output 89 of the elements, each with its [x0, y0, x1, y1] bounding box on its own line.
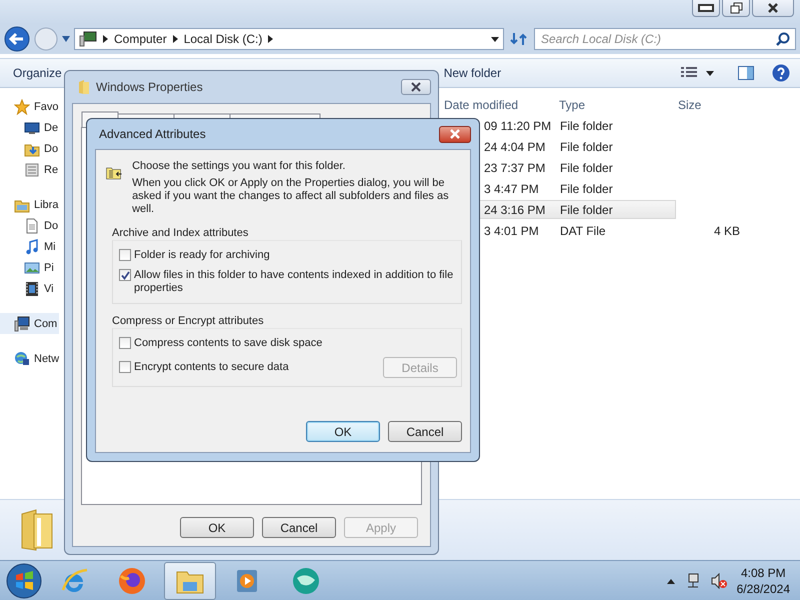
dropdown-caret-icon[interactable] [491, 36, 499, 42]
dialog-button[interactable]: Cancel [388, 421, 462, 442]
breadcrumb-item[interactable]: Local Disk (C:) [184, 32, 262, 46]
dialog-button[interactable]: Cancel [262, 517, 336, 538]
view-list-icon[interactable] [680, 66, 698, 80]
desktop-icon [24, 120, 40, 136]
back-button[interactable] [4, 26, 30, 52]
group-title: Archive and Index attributes [112, 226, 250, 240]
description-text: When you click OK or Apply on the Properties dialog, you will be asked if you want the changes to affect all subfolders and files as well. [132, 177, 450, 216]
dialog-button[interactable]: OK [180, 517, 254, 538]
video-icon [24, 280, 40, 296]
size-cell-text: 4 KB [712, 224, 741, 238]
checkbox-option[interactable]: Encrypt contents to secure data [119, 361, 289, 374]
minimize-button[interactable] [692, 0, 720, 17]
picture-icon [24, 260, 40, 276]
caret-icon[interactable] [706, 70, 714, 76]
column-header[interactable]: Type [557, 98, 676, 112]
globe-icon [291, 566, 321, 596]
dialog-button[interactable]: OK [306, 421, 380, 442]
folder-icon [78, 79, 90, 95]
folder-icon [20, 508, 54, 552]
search-field[interactable]: Search Local Disk (C:) [534, 28, 796, 50]
close-icon [765, 1, 781, 15]
type-cell-text: File folder [559, 202, 614, 216]
checkbox-option[interactable]: Allow files in this folder to have contents indexed in addition to file properties [119, 269, 457, 295]
date-cell-text: 09 11:20 PM [483, 118, 552, 132]
speaker-muted-icon[interactable] [710, 572, 727, 588]
network-icon [14, 350, 30, 366]
sidebar-item[interactable]: Vi [0, 278, 56, 299]
preview-pane-icon[interactable] [738, 66, 754, 80]
chevron-icon [268, 35, 274, 43]
column-header[interactable]: Size [676, 98, 746, 112]
maximize-button[interactable] [722, 0, 750, 17]
close-button[interactable] [752, 0, 794, 17]
column-header[interactable]: Date modified [438, 98, 557, 112]
music-icon [24, 238, 40, 254]
computer-icon [79, 31, 97, 47]
dialog-title: Advanced Attributes [99, 127, 206, 141]
checkbox-option[interactable]: Compress contents to save disk space [119, 337, 322, 350]
type-cell-text: File folder [559, 118, 614, 132]
clock[interactable]: 4:08 PM 6/28/2024 [736, 564, 800, 596]
show-hidden-icons-icon[interactable] [666, 578, 675, 584]
close-button[interactable] [439, 126, 471, 142]
sidebar-item[interactable]: Netw [0, 348, 62, 369]
sidebar-item[interactable]: De [0, 117, 60, 138]
sidebar-item[interactable]: Do [0, 138, 60, 159]
date-cell-text: 3 4:01 PM [483, 224, 540, 238]
minimize-icon [698, 1, 714, 15]
organize-button[interactable]: Organize [10, 64, 65, 82]
close-button[interactable] [401, 79, 431, 95]
type-cell-text: File folder [559, 182, 614, 196]
checkbox[interactable] [119, 269, 131, 281]
checkbox-option[interactable]: Folder is ready for archiving [119, 249, 457, 262]
sidebar-item[interactable]: Re [0, 159, 60, 180]
checkbox[interactable] [119, 249, 131, 261]
chevron-icon [103, 35, 108, 43]
dialog-title: Windows Properties [96, 80, 203, 94]
sidebar-item[interactable]: Pi [0, 257, 56, 278]
address-bar[interactable]: Computer Local Disk (C:) [74, 28, 504, 50]
recent-icon [24, 162, 40, 178]
sidebar-item[interactable]: Mi [0, 236, 58, 257]
close-icon [410, 82, 422, 92]
group-title: Compress or Encrypt attributes [112, 314, 265, 328]
type-cell-text: DAT File [559, 224, 607, 238]
new-folder-button[interactable]: New folder [440, 64, 504, 82]
breadcrumb-item[interactable]: Computer [114, 32, 167, 46]
sidebar-item[interactable]: Libra [0, 194, 60, 215]
date-cell-text: 23 7:37 PM [483, 160, 546, 174]
fox-globe-icon [117, 566, 147, 596]
help-icon[interactable] [772, 64, 790, 82]
sidebar-item[interactable]: Favo [0, 96, 60, 117]
sidebar-item[interactable]: Com [0, 313, 60, 334]
date-cell-text: 24 3:16 PM [483, 202, 546, 216]
start-button[interactable] [6, 562, 42, 598]
type-cell-text: File folder [559, 160, 614, 174]
heading-text: Choose the settings you want for this folder. [132, 160, 346, 173]
document-icon [24, 218, 40, 234]
search-icon [776, 32, 790, 46]
sidebar-item[interactable]: Do [0, 215, 60, 236]
date-cell-text: 24 4:04 PM [483, 140, 546, 154]
computer-icon [14, 316, 30, 332]
checkbox[interactable] [119, 361, 131, 373]
star-icon [14, 98, 30, 114]
maximize-icon [728, 1, 744, 15]
chevron-icon [172, 35, 178, 43]
close-icon [449, 129, 461, 139]
checkbox[interactable] [119, 337, 131, 349]
type-cell-text: File folder [559, 140, 614, 154]
taskbar-app-button[interactable] [164, 562, 216, 600]
